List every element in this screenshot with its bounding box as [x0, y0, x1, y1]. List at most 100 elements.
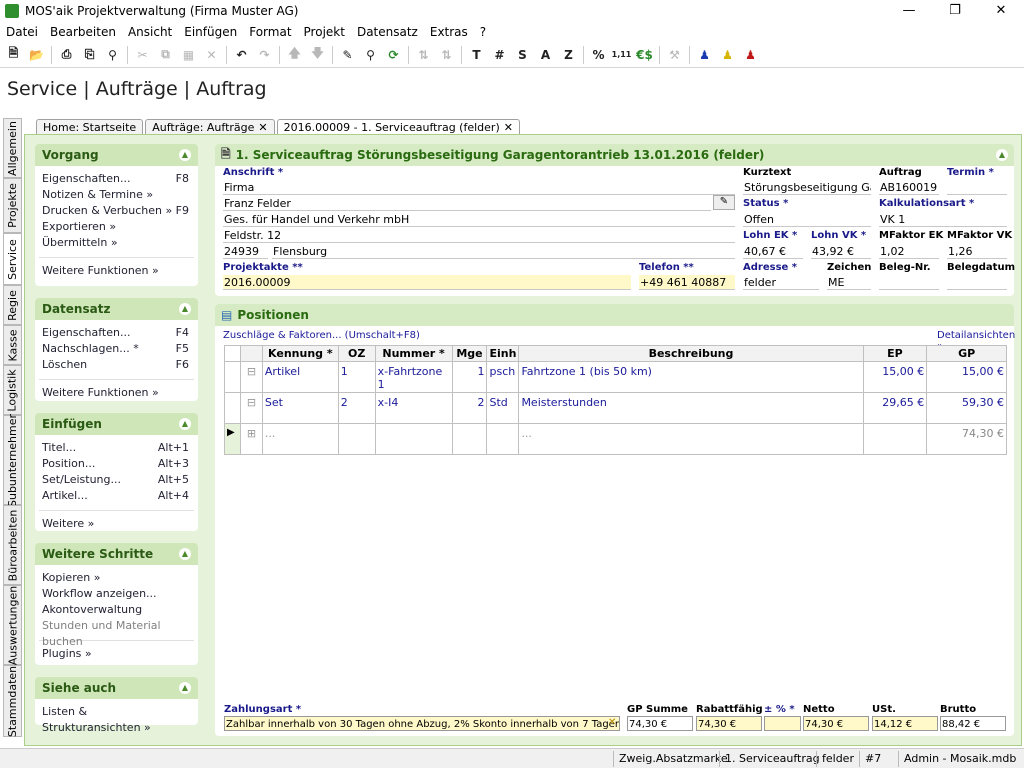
task-uebermitteln[interactable]: Übermitteln » [35, 235, 198, 251]
maximize-button[interactable]: ❐ [932, 0, 978, 22]
new-row[interactable]: ▶ ⊞ ... ... 74,30 € [224, 423, 1007, 455]
task-listen[interactable]: Listen & Strukturansichten » [35, 704, 198, 734]
user-yellow-icon[interactable]: ♟ [716, 44, 739, 66]
address-line-3[interactable]: Ges. für Handel und Verkehr mbH [223, 212, 735, 227]
sidetab-stammdaten[interactable]: Stammdaten [3, 665, 22, 737]
task-weitere-funktionen[interactable]: Weitere Funktionen » [35, 263, 198, 279]
task-kopieren[interactable]: Kopieren » [35, 570, 198, 586]
sidetab-regie[interactable]: Regie [3, 285, 22, 325]
belegdatum-field[interactable] [947, 275, 1007, 290]
close-button[interactable]: ✕ [978, 0, 1024, 22]
col-mge[interactable]: Mge [451, 345, 488, 362]
menu-bearbeiten[interactable]: Bearbeiten [44, 25, 122, 39]
open-icon[interactable]: 📂 [25, 44, 48, 66]
sort-descending-icon[interactable]: ⇅ [435, 44, 458, 66]
move-down-icon[interactable]: 🡇 [306, 44, 329, 66]
lohn-vk-field[interactable]: 43,92 € [811, 244, 871, 259]
close-icon[interactable]: ✕ [504, 121, 513, 134]
task-drucken[interactable]: Drucken & Verbuchen » F9 [35, 203, 198, 219]
menu-help[interactable]: ? [474, 25, 492, 39]
print-preview-icon[interactable]: ⎘ [78, 44, 101, 66]
address-line-2[interactable]: Franz Felder [223, 196, 711, 211]
cut-icon[interactable]: ✂ [131, 44, 154, 66]
sidetab-auswertungen[interactable]: Auswertungen [3, 585, 22, 665]
redo-icon[interactable]: ↷ [253, 44, 276, 66]
percent-icon[interactable]: % [587, 44, 610, 66]
netto-field[interactable]: 74,30 € [803, 716, 869, 731]
sort-ascending-icon[interactable]: ⇅ [412, 44, 435, 66]
rabattfaehig-field[interactable]: 74,30 € [696, 716, 762, 731]
task-set-leistung[interactable]: Set/Leistung... Alt+5 [35, 472, 198, 488]
col-beschreibung[interactable]: Beschreibung [518, 345, 864, 362]
task-weitere[interactable]: Weitere » [35, 516, 198, 532]
beleg-nr-field[interactable] [879, 275, 939, 290]
menu-datensatz[interactable]: Datensatz [351, 25, 424, 39]
tools-icon[interactable]: ⚒ [663, 44, 686, 66]
edit-icon[interactable]: ✎ [336, 44, 359, 66]
menu-ansicht[interactable]: Ansicht [122, 25, 178, 39]
format-z-icon[interactable]: Z [557, 44, 580, 66]
tab-auftrag[interactable]: 2016.00009 - 1. Serviceauftrag (felder) ✕ [276, 119, 520, 135]
undo-icon[interactable]: ↶ [230, 44, 253, 66]
lohn-ek-field[interactable]: 40,67 € [743, 244, 803, 259]
format-s-icon[interactable]: S [511, 44, 534, 66]
col-ep[interactable]: EP [862, 345, 928, 362]
col-einh[interactable]: Einh [486, 345, 520, 362]
mfaktor-ek-field[interactable]: 1,02 [879, 244, 939, 259]
kalkulationsart-field[interactable]: VK 1 [879, 212, 1007, 227]
task-ds-weitere-funktionen[interactable]: Weitere Funktionen » [35, 385, 198, 401]
collapse-icon[interactable]: ▲ [179, 418, 191, 430]
refresh-icon[interactable]: ⟳ [382, 44, 405, 66]
task-position[interactable]: Position... Alt+3 [35, 456, 198, 472]
ust-field[interactable]: 14,12 € [872, 716, 938, 731]
menu-extras[interactable]: Extras [424, 25, 474, 39]
collapse-icon[interactable]: ▲ [179, 548, 191, 560]
address-line-1[interactable]: Firma [223, 180, 735, 195]
task-exportieren[interactable]: Exportieren » [35, 219, 198, 235]
close-icon[interactable]: ✕ [258, 121, 267, 134]
col-oz[interactable]: OZ [337, 345, 376, 362]
projektakte-field[interactable]: 2016.00009 [223, 275, 631, 290]
table-row[interactable]: ⊟ Set 2 x-I4 2 Std Meisterstunden 29,65 … [224, 392, 1007, 424]
mfaktor-vk-field[interactable]: 1,26 [947, 244, 1007, 259]
format-a-icon[interactable]: A [534, 44, 557, 66]
sidetab-bueroarbeiten[interactable]: Büroarbeiten [3, 505, 22, 585]
menu-projekt[interactable]: Projekt [298, 25, 351, 39]
format-text-icon[interactable]: T [465, 44, 488, 66]
expand-icon[interactable]: ⊟ [239, 392, 263, 424]
copy-icon[interactable]: ⧉ [154, 44, 177, 66]
col-gp[interactable]: GP [926, 345, 1007, 362]
search-icon[interactable]: ⚲ [359, 44, 382, 66]
user-red-icon[interactable]: ♟ [739, 44, 762, 66]
auftrag-field[interactable]: AB160019 [879, 180, 939, 195]
table-row[interactable]: ⊟ Artikel 1 x-Fahrtzone 1 1 psch Fahrtzo… [224, 361, 1007, 393]
new-icon[interactable]: 🗎 [2, 44, 25, 66]
task-workflow[interactable]: Workflow anzeigen... [35, 586, 198, 602]
task-loeschen[interactable]: Löschen F6 [35, 357, 198, 373]
rabatt-prozent-field[interactable] [764, 716, 801, 731]
task-notizen[interactable]: Notizen & Termine » [35, 187, 198, 203]
menu-einfuegen[interactable]: Einfügen [178, 25, 243, 39]
sidetab-projekte[interactable]: Projekte [3, 178, 22, 233]
tab-home[interactable]: Home: Startseite [36, 119, 144, 135]
telefon-field[interactable]: +49 461 40887 [639, 275, 735, 290]
menu-format[interactable]: Format [243, 25, 297, 39]
format-number-icon[interactable]: # [488, 44, 511, 66]
signature-icon[interactable]: ✎ [713, 195, 735, 210]
col-nummer[interactable]: Nummer * [374, 345, 453, 362]
zahlungsart-field[interactable]: Zahlbar innerhalb von 30 Tagen ohne Abzu… [224, 716, 620, 731]
collapse-icon[interactable]: ▲ [179, 682, 191, 694]
expand-icon[interactable]: ⊟ [239, 361, 263, 393]
sidetab-allgemein[interactable]: Allgemein [3, 118, 22, 178]
currency-icon[interactable]: €$ [633, 44, 656, 66]
task-plugins[interactable]: Plugins » [35, 646, 198, 662]
address-line-4[interactable]: Feldstr. 12 [223, 228, 735, 243]
collapse-icon[interactable]: ▲ [996, 149, 1008, 161]
termin-field[interactable] [947, 180, 1007, 195]
menu-datei[interactable]: Datei [0, 25, 44, 39]
move-up-icon[interactable]: 🡅 [283, 44, 306, 66]
minimize-button[interactable]: — [886, 0, 932, 22]
sidetab-kasse[interactable]: Kasse [3, 325, 22, 365]
ort-field[interactable]: Flensburg [272, 244, 735, 259]
task-ds-eigenschaften[interactable]: Eigenschaften... F4 [35, 325, 198, 341]
